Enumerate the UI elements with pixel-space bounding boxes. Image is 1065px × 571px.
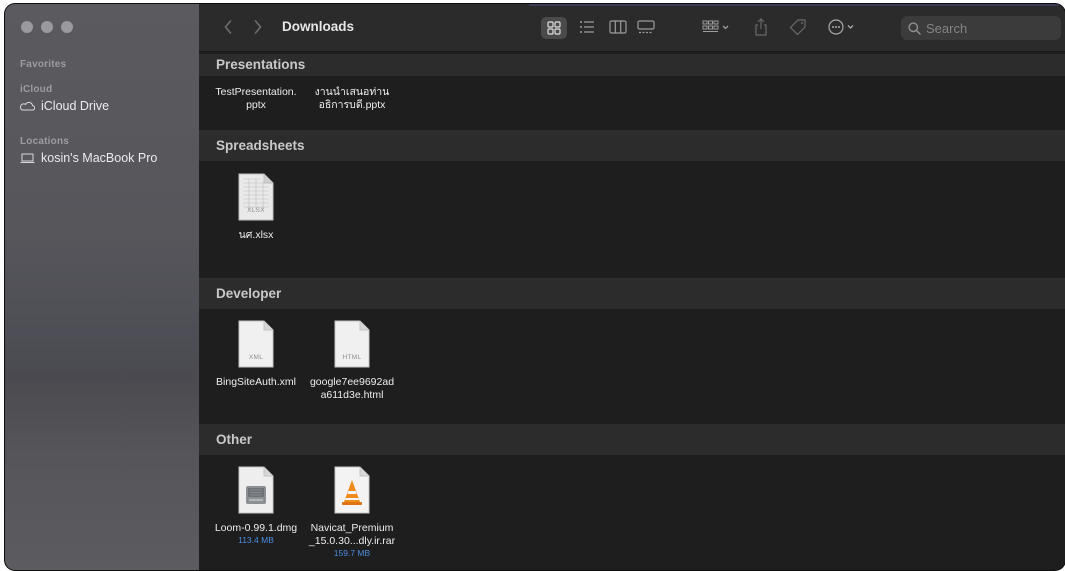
search-field[interactable] — [901, 16, 1061, 40]
close-button[interactable] — [21, 21, 33, 33]
grid-icon — [547, 21, 561, 35]
group-header-spreadsheets: Spreadsheets — [199, 131, 1065, 161]
file-type-label: XLSX — [247, 207, 265, 214]
column-view-button[interactable] — [609, 20, 627, 34]
file-name: นศ.xlsx — [238, 229, 274, 241]
search-input[interactable] — [926, 20, 1046, 36]
tags-button[interactable] — [789, 18, 807, 36]
group-by-button[interactable] — [702, 19, 730, 35]
file-item[interactable]: งานนำเสนอท่าน อธิการบดี.pptx — [302, 86, 402, 112]
group-header-developer: Developer — [199, 279, 1065, 309]
spreadsheet-file-icon: XLSX — [237, 173, 275, 221]
file-item[interactable]: Loom-0.99.1.dmg 113.4 MB — [206, 466, 306, 546]
toolbar-highlight — [529, 4, 1059, 6]
sidebar-section-favorites: Favorites — [20, 59, 67, 70]
list-icon — [580, 21, 594, 33]
action-menu-button[interactable] — [827, 18, 859, 36]
back-button[interactable] — [223, 19, 233, 35]
file-name: TestPresentation. pptx — [215, 86, 297, 111]
sidebar-item-macbook[interactable]: kosin's MacBook Pro — [20, 151, 157, 165]
file-name: งานนำเสนอท่าน อธิการบดี.pptx — [314, 86, 390, 111]
file-name: google7ee9692ad a611d3e.html — [309, 376, 395, 401]
list-view-button[interactable] — [579, 20, 595, 34]
toolbar: Downloads — [199, 4, 1065, 52]
sidebar-section-icloud: iCloud — [20, 84, 53, 95]
group-header-other: Other — [199, 425, 1065, 455]
xml-file-icon: XML — [237, 320, 275, 368]
gallery-view-button[interactable] — [637, 20, 655, 34]
chevron-right-icon — [254, 20, 262, 34]
file-item[interactable]: HTML google7ee9692ad a611d3e.html — [302, 320, 402, 402]
sidebar-section-locations: Locations — [20, 136, 70, 147]
disk-image-icon — [237, 466, 275, 514]
laptop-icon — [20, 153, 35, 163]
file-item[interactable]: XLSX นศ.xlsx — [206, 173, 306, 242]
html-file-icon: HTML — [333, 320, 371, 368]
sidebar: Favorites iCloud iCloud Drive Locations … — [5, 4, 199, 570]
file-browser: Presentations TestPresentation. pptx งาน… — [199, 52, 1065, 570]
window-controls — [21, 21, 73, 33]
file-size: 159.7 MB — [333, 548, 371, 558]
file-item[interactable]: TestPresentation. pptx — [206, 86, 306, 112]
file-item[interactable]: XML BingSiteAuth.xml — [206, 320, 306, 389]
gallery-icon — [637, 20, 655, 34]
more-options-icon — [828, 19, 854, 35]
sidebar-item-label: iCloud Drive — [41, 99, 110, 113]
cloud-icon — [20, 101, 35, 111]
file-name: Navicat_Premium _15.0.30...dly.ir.rar — [308, 522, 396, 547]
file-type-label: XML — [248, 354, 264, 361]
sidebar-item-label: kosin's MacBook Pro — [41, 151, 158, 165]
chevron-left-icon — [224, 20, 232, 34]
share-button[interactable] — [754, 18, 768, 36]
forward-button[interactable] — [253, 19, 263, 35]
file-name: Loom-0.99.1.dmg — [214, 522, 298, 534]
columns-icon — [609, 20, 627, 34]
zoom-button[interactable] — [61, 21, 73, 33]
file-name: BingSiteAuth.xml — [216, 376, 296, 388]
vlc-cone-icon — [333, 466, 371, 514]
group-header-presentations: Presentations — [199, 54, 1065, 76]
window-title: Downloads — [282, 19, 355, 34]
icon-view-button[interactable] — [541, 17, 567, 39]
finder-window: Favorites iCloud iCloud Drive Locations … — [5, 4, 1065, 570]
file-item[interactable]: Navicat_Premium _15.0.30...dly.ir.rar 15… — [302, 466, 402, 559]
minimize-button[interactable] — [41, 21, 53, 33]
tag-icon — [789, 19, 806, 36]
sidebar-item-icloud-drive[interactable]: iCloud Drive — [20, 99, 109, 113]
file-size: 113.4 MB — [238, 535, 274, 545]
file-type-label: HTML — [342, 354, 362, 361]
share-icon — [755, 18, 767, 36]
search-icon — [908, 21, 921, 35]
group-icon — [702, 20, 729, 32]
